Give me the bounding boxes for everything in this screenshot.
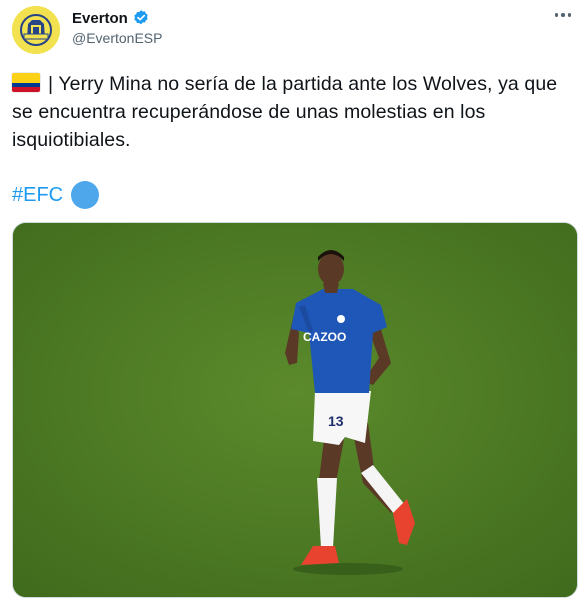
jersey-number: 13 xyxy=(328,413,344,429)
more-options-icon[interactable] xyxy=(552,4,574,26)
account-handle[interactable]: @EvertonESP xyxy=(72,30,162,46)
display-name[interactable]: Everton xyxy=(72,10,128,27)
everton-crest-icon xyxy=(12,6,60,54)
tweet-text-block: | Yerry Mina no sería de la partida ante… xyxy=(12,70,578,154)
verified-badge-icon xyxy=(134,10,148,25)
jersey-sponsor: CAZOO xyxy=(303,330,346,344)
everton-hashflag-icon xyxy=(71,181,100,209)
colombia-flag-icon xyxy=(12,73,40,92)
hashtag-row: #EFC xyxy=(12,180,100,210)
name-row: Everton xyxy=(72,8,150,28)
tweet-text: | Yerry Mina no sería de la partida ante… xyxy=(12,73,558,151)
avatar[interactable] xyxy=(12,6,60,54)
tweet-card: Everton @EvertonESP | Yerry Mina no serí… xyxy=(0,0,586,606)
player-photo-illustration: 13 CAZOO xyxy=(13,223,577,597)
tweet-photo[interactable]: 13 CAZOO xyxy=(12,222,578,598)
hashtag-link[interactable]: #EFC xyxy=(12,184,63,207)
